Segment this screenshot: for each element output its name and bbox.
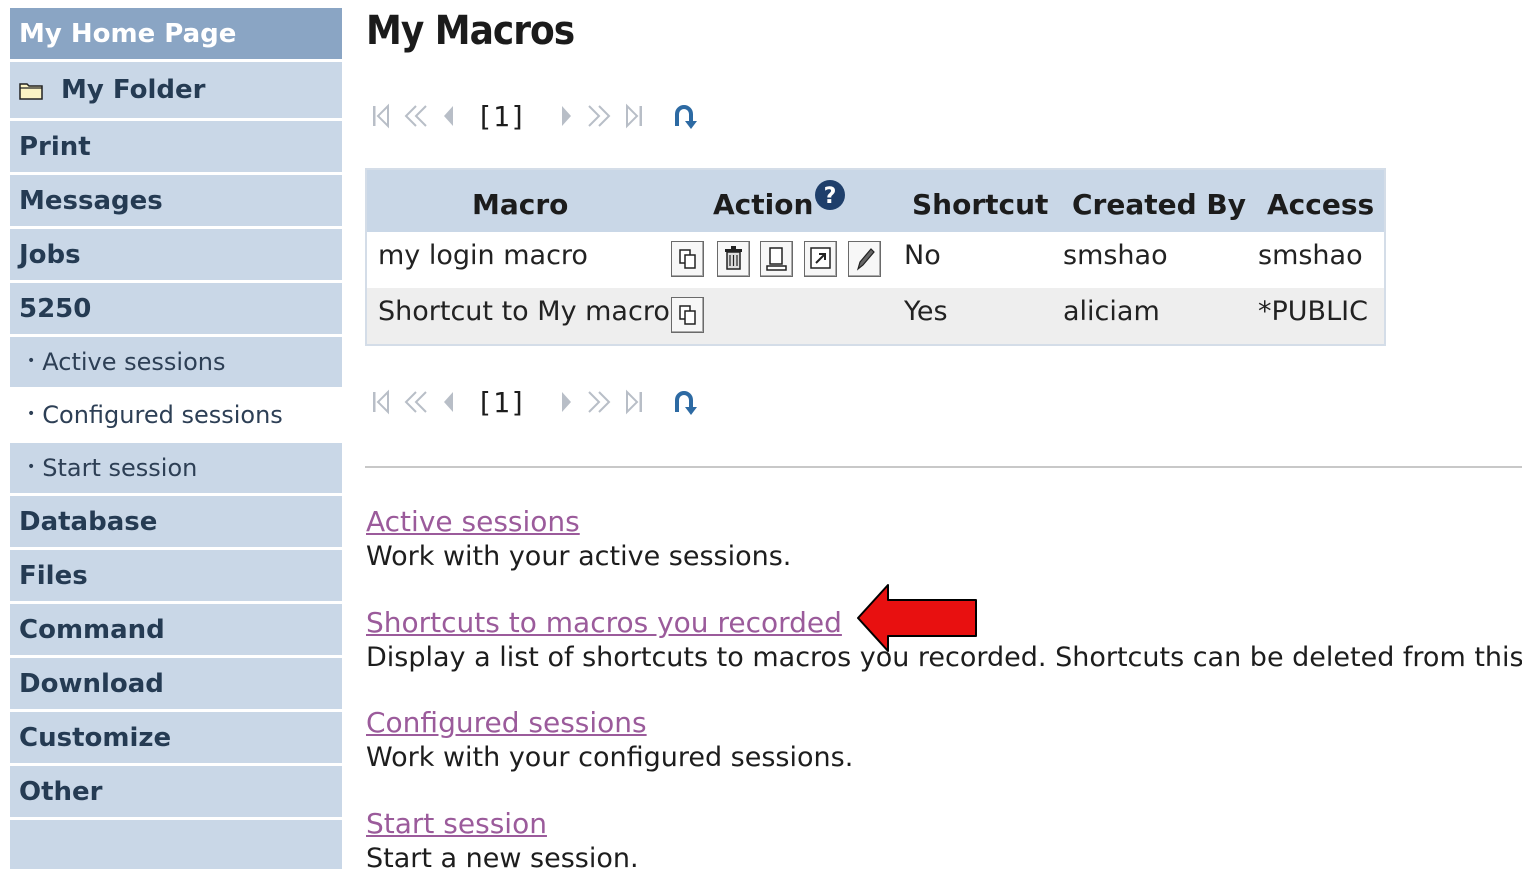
header-created-by[interactable]: Created By [1072,188,1246,221]
first-page-icon[interactable] [370,388,392,416]
nav-label: Customize [19,722,172,753]
table-row: Shortcut to My macro Yes aliciam *PUBLIC [367,288,1384,344]
nav-label: Files [19,560,88,591]
prev-page-icon[interactable] [440,388,456,416]
cell-created-by: smshao [1063,240,1168,271]
page-indicator: [1] [476,385,527,419]
nav-download[interactable]: Download [10,658,342,709]
next-page-icon[interactable] [559,388,575,416]
cell-access: smshao [1258,240,1363,271]
header-action: Action ? [713,180,845,221]
fast-back-icon[interactable] [402,388,430,416]
next-page-icon[interactable] [559,102,575,130]
edit-properties-icon[interactable] [760,241,793,277]
related-link-configured-sessions: Configured sessions Work with your confi… [366,705,853,775]
link-description: Work with your active sessions. [366,541,792,572]
related-link-start-session: Start session Start a new session. [366,806,639,876]
nav-sub-label: Active sessions [42,348,226,376]
nav-label: Print [19,131,91,162]
refresh-icon[interactable] [671,387,697,417]
last-page-icon[interactable] [623,388,645,416]
help-icon[interactable]: ? [814,179,846,211]
refresh-icon[interactable] [671,101,697,131]
nav-label: 5250 [19,293,92,324]
nav-label: Database [19,506,158,537]
copy-icon[interactable] [671,297,704,333]
related-link-active-sessions: Active sessions Work with your active se… [366,504,791,574]
fast-forward-icon[interactable] [585,102,613,130]
section-divider [365,466,1522,468]
nav-label: Command [19,614,165,645]
copy-icon[interactable] [671,241,704,277]
nav-database[interactable]: Database [10,496,342,547]
fast-back-icon[interactable] [402,102,430,130]
delete-icon[interactable] [717,241,750,277]
pencil-icon[interactable] [848,241,881,277]
header-access[interactable]: Access [1267,188,1374,221]
nav-jobs[interactable]: Jobs [10,229,342,280]
table-header: Macro Action ? Shortcut Created By Acces… [367,170,1384,232]
page-title: My Macros [366,8,575,54]
link-start-session[interactable]: Start session [366,806,639,842]
cell-shortcut: No [904,240,941,271]
nav-customize[interactable]: Customize [10,712,342,763]
cell-macro: my login macro [378,240,588,271]
cell-created-by: aliciam [1063,296,1160,327]
cell-macro: Shortcut to My macro [378,296,670,327]
nav-label: Other [19,776,103,807]
nav-label: Messages [19,185,163,216]
nav-sub-label: Configured sessions [42,401,283,429]
link-active-sessions[interactable]: Active sessions [366,504,791,540]
nav-command[interactable]: Command [10,604,342,655]
header-shortcut[interactable]: Shortcut [912,188,1048,221]
pager-bottom: [1] [370,382,697,422]
bullet-icon: • [27,406,36,422]
sidebar-nav: My Home Page My Folder Print Messages Jo… [10,8,342,869]
nav-my-home-page[interactable]: My Home Page [10,8,342,59]
link-description: Start a new session. [366,843,639,874]
nav-sub-start-session[interactable]: • Start session [10,443,342,493]
bullet-icon: • [27,353,36,369]
prev-page-icon[interactable] [440,102,456,130]
table-row: my login macro No smshao smshao [367,232,1384,288]
cell-access: *PUBLIC [1258,296,1368,327]
link-description: Work with your configured sessions. [366,742,854,773]
nav-print[interactable]: Print [10,121,342,172]
folder-icon [19,82,43,100]
create-shortcut-icon[interactable] [804,241,837,277]
svg-text:?: ? [824,184,837,209]
nav-5250[interactable]: 5250 [10,283,342,334]
nav-sub-active-sessions[interactable]: • Active sessions [10,337,342,387]
nav-label: Download [19,668,164,699]
nav-label: My Home Page [19,18,237,49]
nav-label: My Folder [61,75,206,105]
nav-my-folder[interactable]: My Folder [10,62,342,118]
nav-messages[interactable]: Messages [10,175,342,226]
header-action-label: Action [713,188,814,221]
nav-other[interactable]: Other [10,766,342,817]
last-page-icon[interactable] [623,102,645,130]
nav-sub-configured-sessions[interactable]: • Configured sessions [10,390,342,440]
link-configured-sessions[interactable]: Configured sessions [366,705,853,741]
bullet-icon: • [27,459,36,475]
first-page-icon[interactable] [370,102,392,130]
nav-files[interactable]: Files [10,550,342,601]
fast-forward-icon[interactable] [585,388,613,416]
nav-label: Jobs [19,239,81,270]
pager-top: [1] [370,96,697,136]
macro-table: Macro Action ? Shortcut Created By Acces… [365,168,1386,346]
red-arrow-icon [857,584,977,652]
cell-shortcut: Yes [904,296,948,327]
nav-sub-label: Start session [42,454,198,482]
header-macro[interactable]: Macro [472,188,568,221]
page-indicator: [1] [476,99,527,133]
